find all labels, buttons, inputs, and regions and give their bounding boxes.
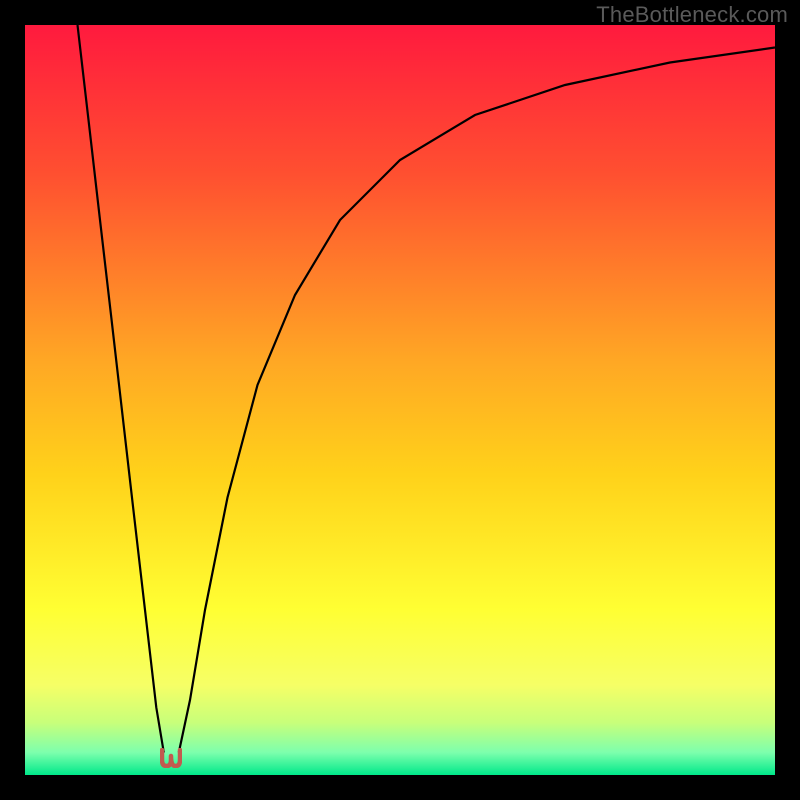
chart-container: TheBottleneck.com <box>0 0 800 800</box>
u-shape-icon <box>160 748 182 768</box>
plot-svg <box>25 25 775 775</box>
minimum-marker <box>160 748 182 768</box>
watermark-text: TheBottleneck.com <box>596 2 788 28</box>
gradient-background <box>25 25 775 775</box>
plot-area <box>25 25 775 775</box>
